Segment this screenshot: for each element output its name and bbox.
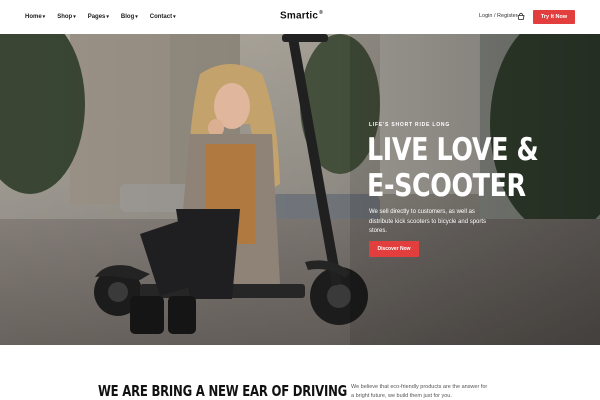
nav-item-label: Shop bbox=[57, 14, 73, 20]
chevron-down-icon: ▾ bbox=[135, 14, 138, 20]
discover-now-button[interactable]: Discover Now bbox=[369, 241, 419, 257]
nav-item-label: Pages bbox=[87, 14, 106, 20]
nav-item-label: Contact bbox=[149, 14, 173, 20]
nav-item-label: Blog bbox=[120, 14, 135, 20]
nav-item-label: Home bbox=[25, 14, 42, 20]
chevron-down-icon: ▾ bbox=[173, 14, 176, 20]
login-register-link[interactable]: Login / Register bbox=[479, 13, 518, 19]
nav-item-blog[interactable]: Blog ▾ bbox=[121, 14, 138, 20]
section-description: We believe that eco-friendly products ar… bbox=[351, 384, 488, 399]
headline-line-2: E-SCOOTER bbox=[367, 168, 526, 204]
chevron-down-icon: ▾ bbox=[42, 14, 46, 20]
hero-description: We sell directly to customers, as well a… bbox=[369, 209, 487, 234]
headline-line-1: LIVE LOVE & bbox=[367, 132, 539, 168]
shopping-basket-icon[interactable] bbox=[517, 12, 525, 21]
nav-item-pages[interactable]: Pages ▾ bbox=[88, 14, 109, 20]
site-header: Home ▾ Shop ▾ Pages ▾ Blog ▾ Contact ▾ S… bbox=[0, 0, 600, 34]
try-it-now-button[interactable]: Try It Now bbox=[533, 10, 575, 24]
registered-mark: ® bbox=[319, 10, 323, 16]
hero-banner: LIFE'S SHORT RIDE LONG LIVE LOVE & E-SCO… bbox=[0, 34, 600, 345]
section-title: WE ARE BRING A NEW EAR OF DRIVING bbox=[98, 382, 348, 400]
hero-tagline: LIFE'S SHORT RIDE LONG bbox=[369, 122, 451, 128]
intro-section: WE ARE BRING A NEW EAR OF DRIVING We bel… bbox=[0, 345, 600, 400]
nav-item-home[interactable]: Home ▾ bbox=[25, 14, 45, 20]
logo-text: Smartic bbox=[280, 10, 319, 22]
nav-item-contact[interactable]: Contact ▾ bbox=[150, 14, 176, 20]
site-logo[interactable]: Smartic® bbox=[280, 10, 323, 21]
main-nav: Home ▾ Shop ▾ Pages ▾ Blog ▾ Contact ▾ bbox=[25, 0, 188, 34]
nav-item-shop[interactable]: Shop ▾ bbox=[57, 14, 76, 20]
hero-headline: LIVE LOVE & E-SCOOTER bbox=[367, 132, 547, 204]
chevron-down-icon: ▾ bbox=[106, 14, 109, 20]
chevron-down-icon: ▾ bbox=[73, 14, 76, 20]
